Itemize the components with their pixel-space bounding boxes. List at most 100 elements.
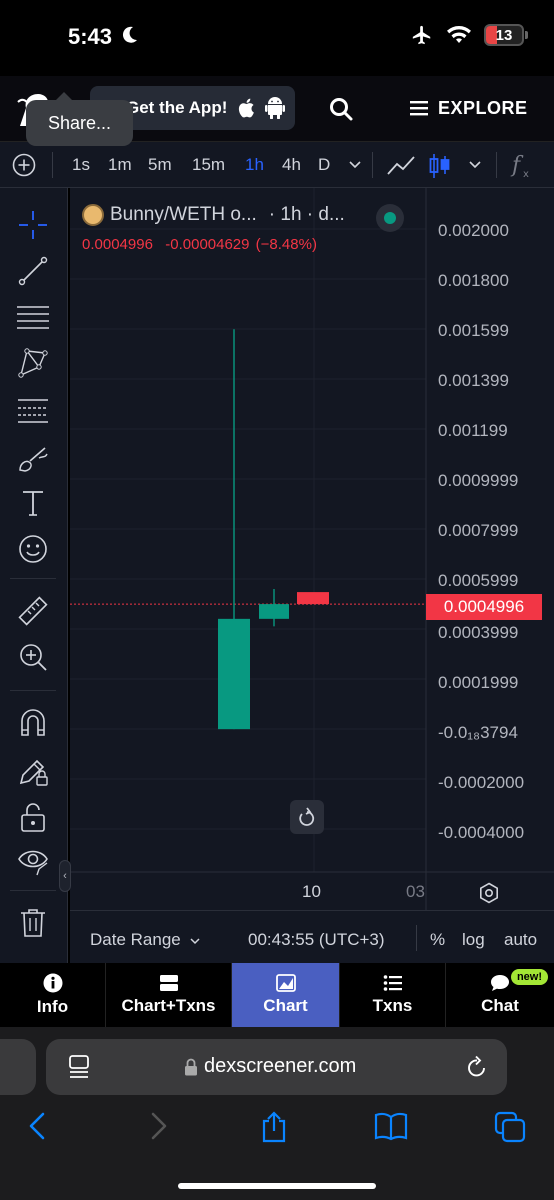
- emoji-icon[interactable]: [16, 532, 50, 566]
- price-scale-label: 0.0003999: [438, 623, 519, 642]
- log-scale-toggle[interactable]: log: [462, 930, 485, 950]
- previous-tab-preview[interactable]: [0, 1039, 36, 1095]
- chevron-down-icon[interactable]: [468, 160, 482, 170]
- clock-timezone[interactable]: 00:43:55 (UTC+3): [248, 930, 385, 950]
- share-icon[interactable]: [258, 1111, 290, 1143]
- timeframe-d[interactable]: D: [318, 155, 330, 175]
- indicators-fx-icon[interactable]: fx: [510, 152, 536, 180]
- reload-icon[interactable]: [466, 1055, 488, 1079]
- price-scale-label: 0.0007999: [438, 521, 519, 540]
- moon-icon: [122, 26, 137, 43]
- reset-icon: [299, 807, 315, 826]
- search-icon[interactable]: [328, 96, 354, 122]
- tab-txns[interactable]: Txns: [340, 963, 446, 1027]
- tab-chat[interactable]: new! Chat: [446, 963, 554, 1027]
- chart-icon: [275, 974, 296, 992]
- tab-info[interactable]: Info: [0, 963, 106, 1027]
- info-icon: [43, 973, 62, 993]
- visibility-icon[interactable]: [16, 844, 50, 878]
- lock-drawing-icon[interactable]: [16, 754, 50, 788]
- drawing-tools-panel: [0, 188, 68, 963]
- chart-area[interactable]: Bunny/WETH o... · 1h · d... 0.0004996 -0…: [70, 188, 554, 910]
- brush-icon[interactable]: [16, 442, 50, 476]
- settings-gear-icon[interactable]: [478, 882, 500, 904]
- timeframe-4h[interactable]: 4h: [282, 155, 301, 175]
- android-icon: [265, 97, 286, 119]
- reset-chart-button[interactable]: [290, 800, 324, 834]
- fib-retracement-icon[interactable]: [16, 300, 50, 334]
- lock-icon: [185, 1058, 197, 1076]
- timeframe-5m[interactable]: 5m: [148, 155, 172, 175]
- timeframe-15m[interactable]: 15m: [192, 155, 225, 175]
- add-indicator-icon[interactable]: [12, 153, 36, 177]
- date-range-button[interactable]: Date Range: [90, 930, 201, 950]
- tab-label: Chart+Txns: [121, 996, 216, 1015]
- collapse-panel-handle[interactable]: ‹: [59, 860, 71, 892]
- pattern-icon[interactable]: [16, 346, 50, 380]
- price-scale-label: 0.001199: [438, 421, 508, 440]
- browser-chrome: dexscreener.com: [0, 1027, 554, 1200]
- reader-icon[interactable]: [68, 1055, 90, 1079]
- price-scale-label: 0.0001999: [438, 673, 519, 692]
- forward-arrow-icon[interactable]: [142, 1111, 172, 1141]
- auto-scale-toggle[interactable]: auto: [504, 930, 537, 950]
- timeframe-1s[interactable]: 1s: [72, 155, 90, 175]
- status-bar: 5:43 13: [0, 0, 554, 76]
- market-status-dot[interactable]: [376, 204, 404, 232]
- hamburger-icon: [410, 101, 428, 116]
- change-value: -0.00004629: [165, 236, 250, 253]
- explore-button[interactable]: EXPLORE: [410, 94, 528, 122]
- timeframe-1h[interactable]: 1h: [245, 155, 264, 175]
- chart-txns-icon: [159, 975, 178, 991]
- back-arrow-icon[interactable]: [24, 1111, 54, 1141]
- magnet-icon[interactable]: [16, 706, 50, 740]
- price-scale-label: 0.001599: [438, 321, 509, 340]
- candle-body[interactable]: [259, 604, 289, 619]
- tab-chart-txns[interactable]: Chart+Txns: [106, 963, 232, 1027]
- get-app-label: Get the App!: [126, 98, 228, 117]
- candle-body[interactable]: [218, 618, 250, 730]
- chevron-down-icon: [190, 938, 200, 945]
- line-chart-type-icon[interactable]: [386, 154, 416, 178]
- share-tooltip[interactable]: Share...: [26, 92, 133, 146]
- tab-label: Info: [36, 997, 69, 1016]
- crosshair-icon[interactable]: [16, 208, 50, 242]
- time-axis-label: 03: [406, 882, 425, 901]
- prediction-icon[interactable]: [16, 394, 50, 428]
- candle-body[interactable]: [297, 592, 329, 605]
- price-scale-label: -0.0₁₈3794: [438, 723, 518, 742]
- timeframe-1m[interactable]: 1m: [108, 155, 132, 175]
- text-icon[interactable]: [16, 486, 50, 520]
- trash-icon[interactable]: [16, 906, 50, 940]
- tab-chart[interactable]: Chart: [232, 963, 340, 1027]
- chart-toolbar: 1s 1m 5m 15m 1h 4h D fx: [0, 142, 554, 188]
- time-axis-label: 10: [302, 882, 321, 901]
- tab-label: Chat: [481, 996, 519, 1015]
- svg-text:f: f: [510, 153, 524, 178]
- chart-legend: Bunny/WETH o... · 1h · d...: [82, 204, 345, 226]
- chevron-down-icon[interactable]: [348, 160, 362, 170]
- new-badge: new!: [510, 969, 548, 985]
- unlock-icon[interactable]: [16, 800, 50, 834]
- change-percent-value: (−8.48%): [255, 236, 317, 253]
- trend-line-icon[interactable]: [16, 254, 50, 288]
- zoom-in-icon[interactable]: [16, 640, 50, 674]
- pair-title: Bunny/WETH o...: [110, 204, 257, 225]
- url-text: dexscreener.com: [204, 1055, 357, 1077]
- price-scale-label: 0.002000: [438, 221, 509, 240]
- chart-bottom-bar: Date Range 00:43:55 (UTC+3) % log auto: [70, 910, 554, 963]
- tab-label: Txns: [372, 996, 413, 1015]
- tabs-icon[interactable]: [494, 1111, 526, 1143]
- chat-icon: [491, 975, 509, 991]
- bottom-tab-bar: Info Chart+Txns Chart Txns new! Chat: [0, 963, 554, 1027]
- ohlc-values: 0.0004996 -0.00004629 (−8.48%): [82, 236, 317, 253]
- ruler-icon[interactable]: [16, 594, 50, 628]
- price-scale-label: -0.0002000: [438, 773, 525, 792]
- bookmarks-icon[interactable]: [374, 1111, 408, 1141]
- price-scale-label: 0.001800: [438, 271, 509, 290]
- price-scale-label: 0.001399: [438, 371, 509, 390]
- percent-scale-toggle[interactable]: %: [430, 930, 445, 950]
- status-time: 5:43: [68, 24, 113, 49]
- candles-chart-type-icon[interactable]: [428, 152, 452, 180]
- address-bar[interactable]: dexscreener.com: [46, 1039, 507, 1095]
